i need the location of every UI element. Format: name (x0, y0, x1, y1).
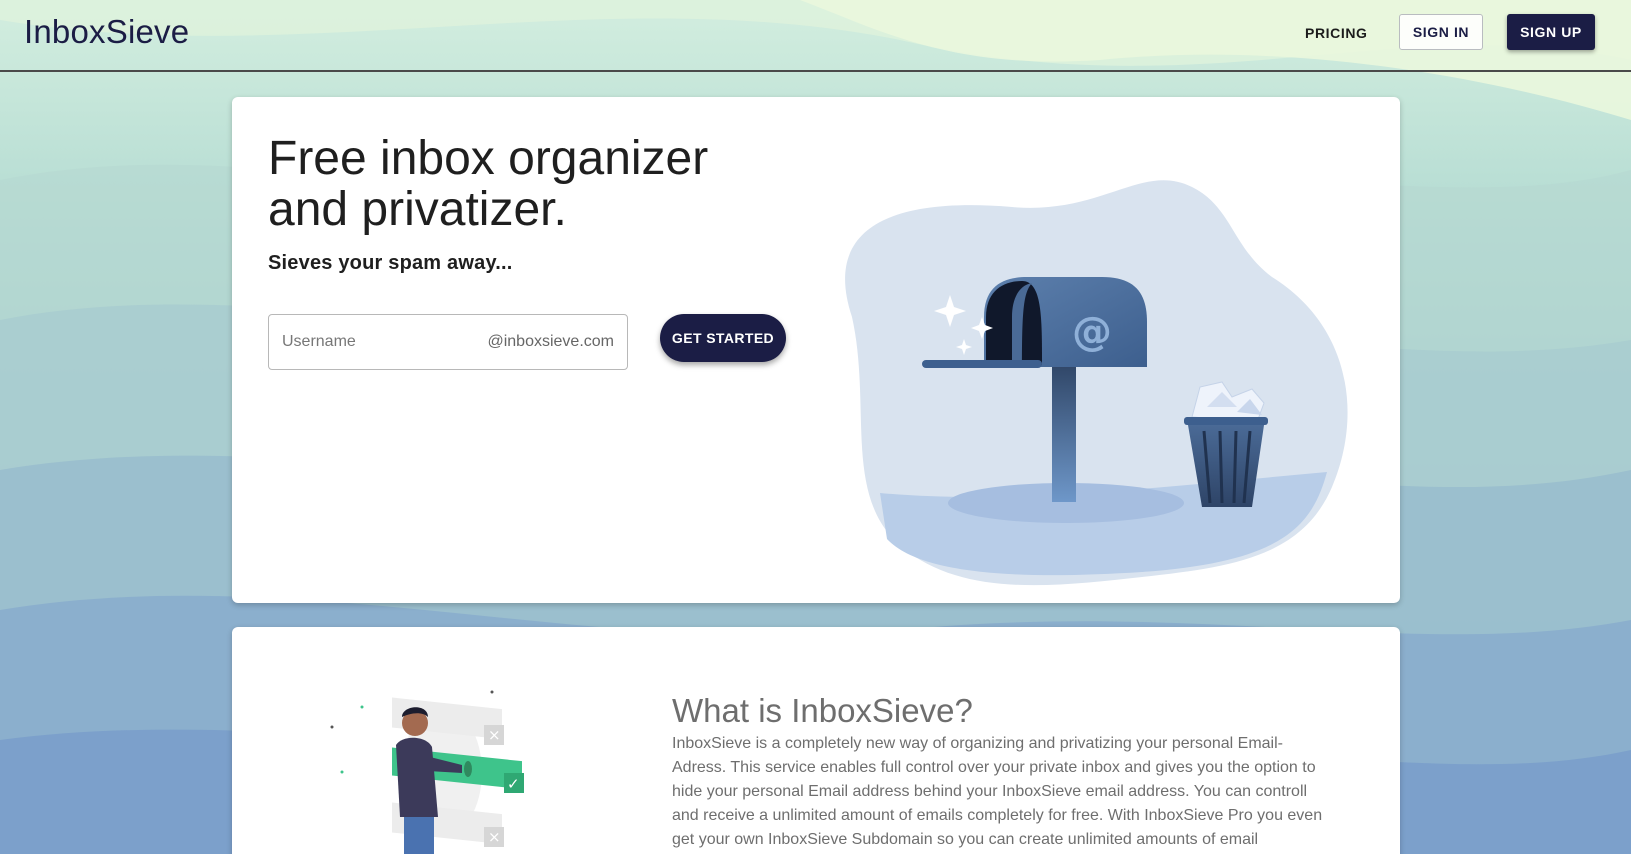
about-description: InboxSieve is a completely new way of or… (672, 735, 1323, 848)
sign-up-button[interactable]: SIGN UP (1507, 14, 1595, 50)
x-icon: × (488, 828, 501, 846)
about-title: What is InboxSieve? (672, 692, 973, 729)
x-icon: × (488, 726, 501, 744)
site-logo[interactable]: InboxSieve (24, 13, 189, 51)
about-card: × ✓ × What is InboxSieve? InboxSieve is … (232, 627, 1400, 854)
email-domain-suffix: @inboxsieve.com (487, 333, 614, 350)
hero-card: Free inbox organizer and privatizer. Sie… (232, 97, 1400, 603)
sign-in-button[interactable]: SIGN IN (1399, 14, 1483, 50)
mailbox-illustration: @ (845, 180, 1348, 586)
top-nav-bar: InboxSieve PRICING SIGN IN SIGN UP (0, 0, 1631, 72)
hero-subtitle: Sieves your spam away... (268, 252, 513, 274)
at-sign-icon: @ (1072, 309, 1112, 355)
hero-title: Free inbox organizer and privatizer. (268, 132, 709, 236)
check-icon: ✓ (507, 775, 520, 793)
username-field[interactable]: @inboxsieve.com (268, 314, 628, 370)
get-started-button[interactable]: GET STARTED (660, 314, 786, 362)
person-checklist-illustration: × ✓ × (330, 690, 524, 854)
nav-pricing-link[interactable]: PRICING (1305, 18, 1368, 48)
username-input[interactable] (282, 315, 482, 369)
